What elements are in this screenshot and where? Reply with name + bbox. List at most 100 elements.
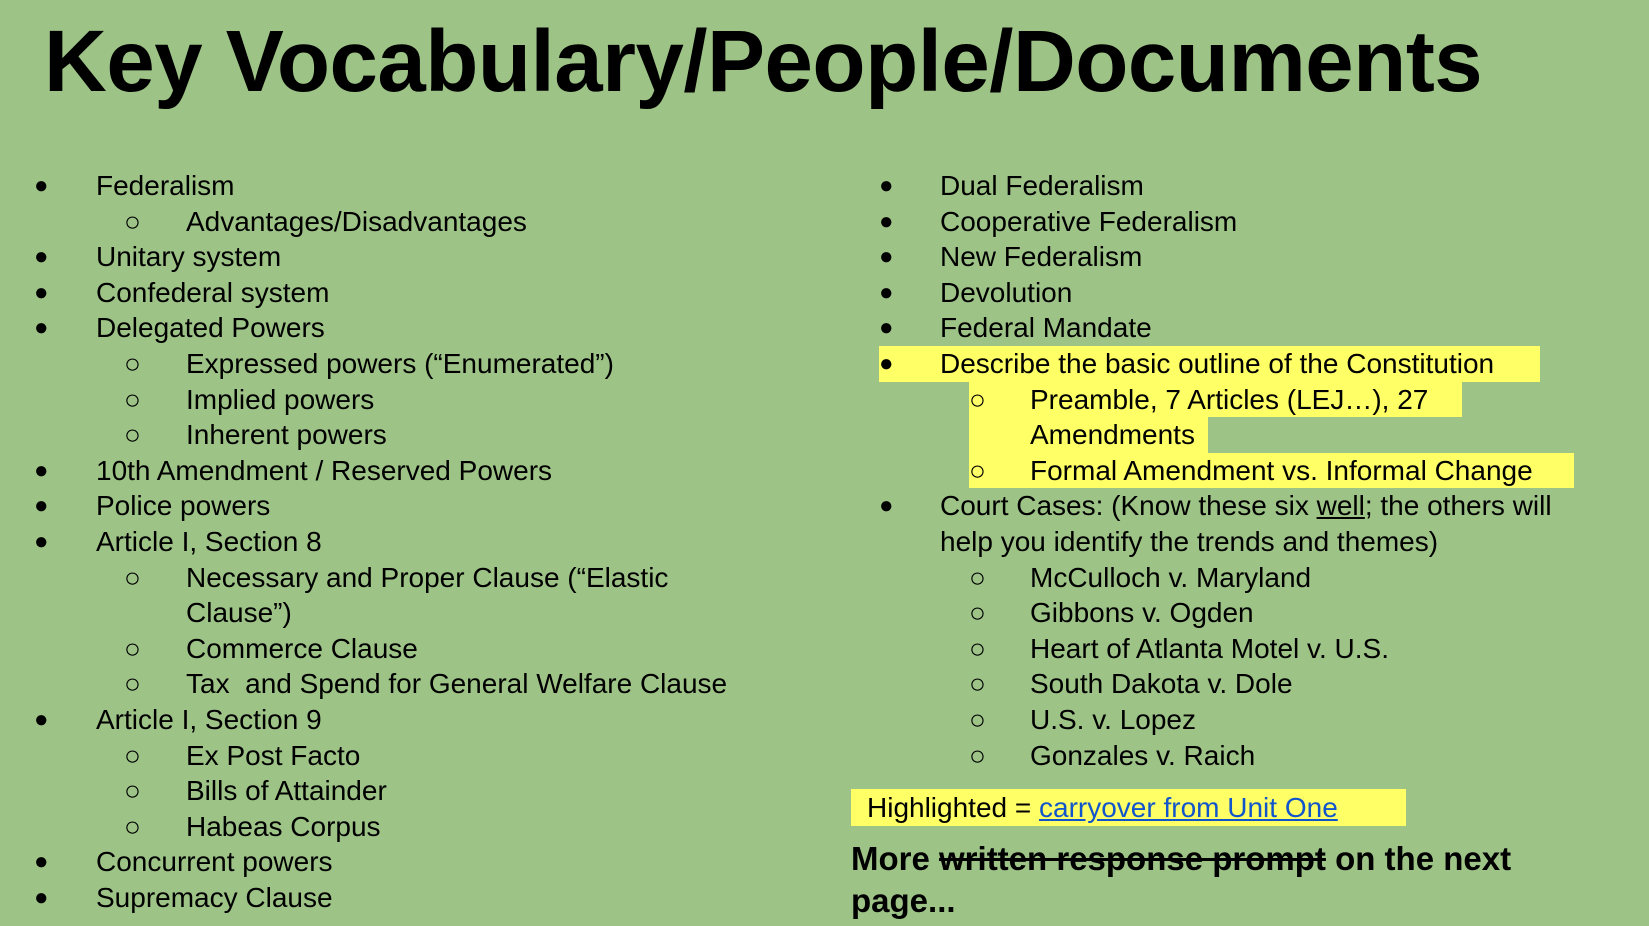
list-item: ● Article I, Section 8 — [0, 524, 840, 560]
bullet-icon: ● — [34, 172, 49, 199]
list-item-label: Police powers — [96, 490, 271, 522]
list-subitem: ○ Commerce Clause — [0, 631, 840, 667]
list-item-label: Delegated Powers — [96, 312, 325, 344]
court-cases-label-suffix: ; the others will — [1364, 490, 1552, 522]
highlighted-list-subitem: ○ Formal Amendment vs. Informal Change — [845, 452, 1625, 489]
list-item-label: Dual Federalism — [940, 170, 1144, 201]
note-text-continued: page... — [851, 882, 956, 919]
list-subitem: ○ Tax and Spend for General Welfare Claus… — [0, 666, 840, 702]
list-subitem-label: Ex Post Facto — [186, 739, 361, 771]
list-item: ● Unitary system — [0, 239, 840, 275]
hollow-bullet-icon: ○ — [969, 454, 986, 486]
list-subitem: ○ Implied powers — [0, 382, 840, 418]
hollow-bullet-icon: ○ — [969, 383, 986, 415]
hollow-bullet-icon: ○ — [124, 383, 141, 415]
note-text-rest: on the next — [1325, 840, 1512, 877]
bullet-icon: ● — [879, 345, 894, 382]
bullet-icon: ● — [879, 207, 894, 235]
list-item: ● Police powers — [0, 488, 840, 524]
case-label: Gibbons v. Ogden — [1030, 597, 1254, 629]
list-item: ● Concurrent powers — [0, 844, 840, 880]
struck-text: written response prompt — [939, 840, 1326, 877]
bullet-icon: ● — [34, 243, 49, 271]
list-subitem-label: Tax and Spend for General Welfare Clause — [186, 668, 728, 700]
slide-title: Key Vocabulary/People/Documents — [44, 13, 1483, 110]
hollow-bullet-icon: ○ — [969, 632, 986, 664]
carryover-link[interactable]: carryover from Unit One — [1039, 792, 1338, 823]
list-item: ● Devolution — [845, 275, 1625, 311]
list-item-label: Confederal system — [96, 276, 330, 308]
list-subitem-label: Advantages/Disadvantages — [186, 205, 527, 237]
slide: Key Vocabulary/People/Documents ● Federal… — [0, 0, 1649, 926]
case-label: Gonzales v. Raich — [1030, 739, 1256, 771]
legend-label: Highlighted = — [867, 792, 1040, 823]
list-item: ● Delegated Powers — [0, 310, 840, 346]
list-subitem: ○ Advantages/Disadvantages — [0, 204, 840, 240]
list-subitem-label: Expressed powers (“Enumerated”) — [186, 347, 614, 379]
hollow-bullet-icon: ○ — [124, 205, 141, 237]
hollow-bullet-icon: ○ — [124, 775, 141, 807]
list-subitem-label: Inherent powers — [186, 419, 387, 451]
bullet-icon: ● — [34, 314, 49, 342]
list-item-label: Article I, Section 9 — [96, 703, 322, 735]
hollow-bullet-icon: ○ — [124, 810, 141, 842]
left-column: ● Federalism ○ Advantages/Disadvantages ● U… — [0, 168, 840, 915]
note-text: More — [851, 840, 940, 877]
next-page-note: More written response prompt on the next… — [851, 838, 1611, 922]
list-subitem: ○ McCulloch v. Maryland — [845, 560, 1625, 596]
case-label: U.S. v. Lopez — [1030, 703, 1197, 735]
bullet-icon: ● — [34, 705, 49, 733]
highlighted-list-subitem: ○ Preamble, 7 Articles (LEJ…), 27 Amendm… — [845, 381, 1625, 453]
bullet-icon: ● — [879, 278, 894, 306]
hollow-bullet-icon: ○ — [124, 739, 141, 771]
list-subitem: ○ Habeas Corpus — [0, 809, 840, 845]
hollow-bullet-icon: ○ — [969, 739, 986, 771]
list-subitem-label: Implied powers — [186, 383, 375, 415]
hollow-bullet-icon: ○ — [124, 347, 141, 379]
list-subitem-label: Bills of Attainder — [186, 775, 387, 807]
bullet-icon: ● — [34, 848, 49, 876]
list-item-label: Devolution — [940, 276, 1073, 308]
list-item: ● New Federalism — [845, 239, 1625, 275]
highlight-legend: Highlighted = carryover from Unit One — [851, 789, 1406, 826]
bullet-icon: ● — [879, 172, 894, 199]
list-item: ● 10th Amendment / Reserved Powers — [0, 453, 840, 489]
highlighted-list-item: ● Describe the basic outline of the Cons… — [845, 345, 1625, 382]
list-subitem: ○ Bills of Attainder — [0, 773, 840, 809]
bullet-icon: ● — [34, 492, 49, 520]
list-subitem: ○ Necessary and Proper Clause (“Elastic Cl… — [0, 560, 840, 631]
list-item-label: Federalism — [96, 170, 235, 201]
list-item: ● Article I, Section 9 — [0, 702, 840, 738]
list-subitem-label: Necessary and Proper Clause (“Elastic — [186, 561, 669, 593]
list-item-label: Federal Mandate — [940, 312, 1152, 344]
list-item-court-cases: ● Court Cases: (Know these six well; the … — [845, 488, 1625, 559]
list-item-label: Cooperative Federalism — [940, 205, 1238, 237]
list-subitem-label-continued: Clause”) — [186, 597, 292, 629]
list-item-label: Concurrent powers — [96, 846, 333, 878]
hollow-bullet-icon: ○ — [969, 703, 986, 735]
case-label: Heart of Atlanta Motel v. U.S. — [1030, 632, 1389, 664]
list-item: ● Dual Federalism — [845, 168, 1625, 204]
hollow-bullet-icon: ○ — [124, 561, 141, 593]
list-item-label: Article I, Section 8 — [96, 525, 322, 557]
court-cases-label: Court Cases: (Know these six — [940, 490, 1317, 522]
bullet-icon: ● — [879, 314, 894, 342]
bullet-icon: ● — [34, 883, 49, 911]
list-item: ● Supremacy Clause — [0, 880, 840, 916]
list-subitem-label: Habeas Corpus — [186, 810, 381, 842]
list-subitem: ○ Gonzales v. Raich — [845, 738, 1625, 774]
hollow-bullet-icon: ○ — [124, 632, 141, 664]
hollow-bullet-icon: ○ — [969, 597, 986, 629]
hollow-bullet-icon: ○ — [969, 668, 986, 700]
case-label: South Dakota v. Dole — [1030, 668, 1293, 700]
bullet-icon: ● — [34, 456, 49, 484]
list-item-label: 10th Amendment / Reserved Powers — [96, 454, 553, 486]
list-subitem-label: Preamble, 7 Articles (LEJ…), 27 — [1030, 383, 1429, 415]
list-item-label: Describe the basic outline of the Consti… — [940, 347, 1495, 379]
court-cases-emphasis: well — [1316, 490, 1365, 522]
bullet-icon: ● — [34, 278, 49, 306]
hollow-bullet-icon: ○ — [124, 419, 141, 451]
list-subitem: ○ South Dakota v. Dole — [845, 666, 1625, 702]
list-subitem: ○ U.S. v. Lopez — [845, 702, 1625, 738]
case-label: McCulloch v. Maryland — [1030, 561, 1312, 593]
